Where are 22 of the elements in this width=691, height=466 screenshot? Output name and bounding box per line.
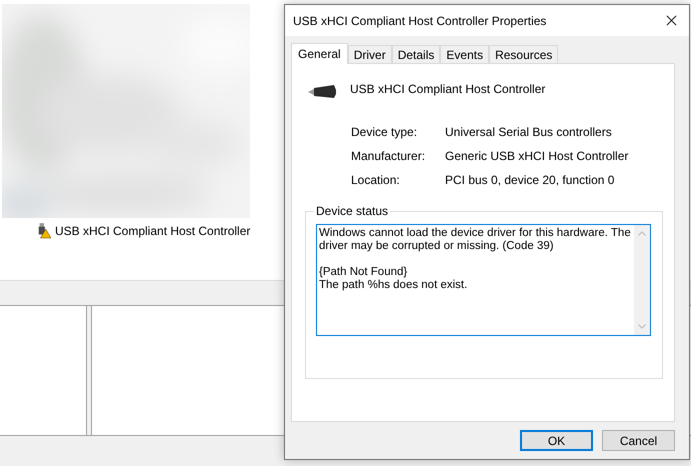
tab[interactable]: General xyxy=(291,43,348,64)
tab[interactable]: Resources xyxy=(489,45,558,63)
property-value: PCI bus 0, device 20, function 0 xyxy=(445,173,616,187)
usb-warning-icon xyxy=(37,223,51,239)
usb-plug-icon xyxy=(306,84,338,100)
property-value: Generic USB xHCI Host Controller xyxy=(445,149,630,163)
property-label: Manufacturer: xyxy=(351,149,426,163)
property-label: Device type: xyxy=(351,125,418,139)
dialog-button[interactable]: Cancel xyxy=(602,430,675,451)
tree-item-label[interactable]: USB xHCI Compliant Host Controller xyxy=(55,224,250,238)
group-label: Device status xyxy=(314,204,390,218)
device-name: USB xHCI Compliant Host Controller xyxy=(350,82,546,96)
tab[interactable]: Events xyxy=(440,45,490,63)
status-text-field[interactable]: Windows cannot load the device driver for this hardware. The driver may be corrupted or missing. (Code 39) {Path Not Found} The path %hs does not exist. xyxy=(316,224,651,336)
close-icon[interactable] xyxy=(666,15,677,26)
dialog-button[interactable]: OK xyxy=(520,430,593,451)
tab[interactable]: Details xyxy=(392,45,440,63)
scroll-bar[interactable] xyxy=(634,225,650,335)
window-title: USB xHCI Compliant Host Controller Properties xyxy=(293,14,546,28)
tab[interactable]: Driver xyxy=(348,45,392,63)
property-label: Location: xyxy=(351,173,401,187)
property-value: Universal Serial Bus controllers xyxy=(445,125,613,139)
